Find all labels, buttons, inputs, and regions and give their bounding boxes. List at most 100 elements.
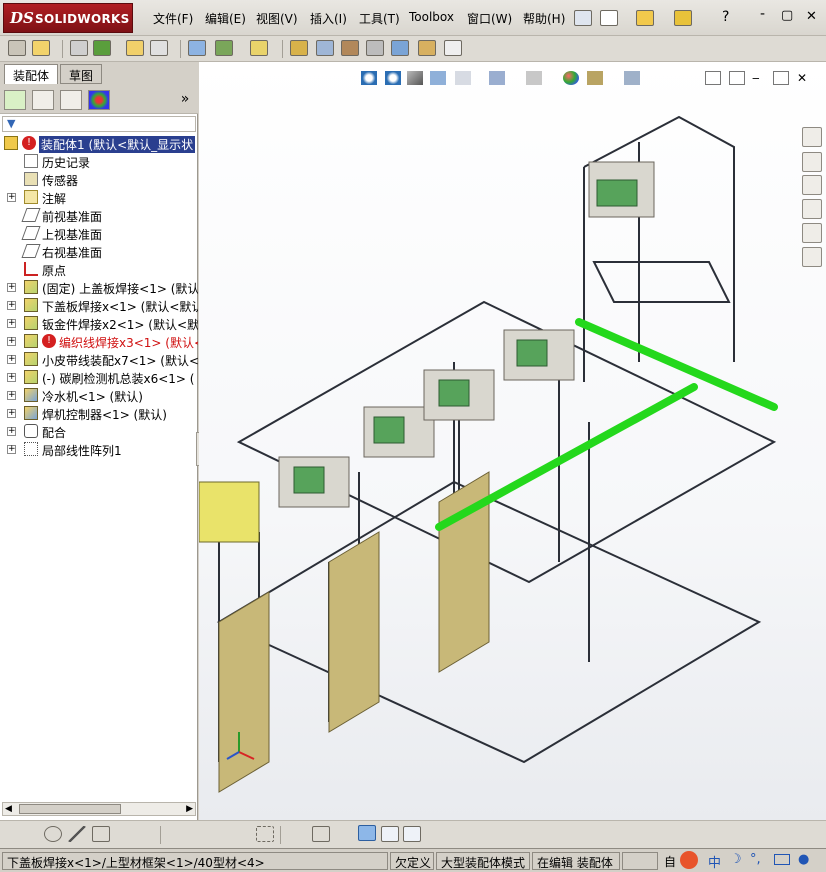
menu-toolbox[interactable]: Toolbox — [409, 10, 454, 24]
new-part-icon[interactable] — [8, 40, 26, 56]
status-auto: 自 — [660, 852, 682, 870]
smart-dimension-icon[interactable] — [288, 826, 306, 842]
pin-icon[interactable] — [574, 10, 592, 26]
bill-of-materials-icon[interactable] — [316, 40, 334, 56]
mate-tool-icon[interactable] — [70, 40, 88, 56]
scroll-left-icon[interactable]: ◀ — [5, 804, 12, 814]
menu-edit[interactable]: 编辑(E) — [205, 10, 246, 27]
tree-item[interactable]: + (-) 碳刷检测机总装x6<1> ( — [0, 368, 198, 386]
grid-icon[interactable] — [312, 826, 330, 842]
ime-punctuation-icon[interactable]: °, — [750, 852, 761, 867]
line-icon[interactable] — [68, 826, 86, 842]
panel-expand-button[interactable]: » — [174, 90, 196, 110]
tree-item[interactable]: + (固定) 上盖板焊接<1> (默认< — [0, 278, 198, 296]
circle-icon[interactable] — [44, 826, 62, 842]
center-rectangle-icon[interactable] — [256, 826, 274, 842]
tree-filter[interactable]: ▼ — [2, 116, 196, 132]
clearance-verification-icon[interactable] — [418, 40, 436, 56]
new-document-icon[interactable] — [600, 10, 618, 26]
menu-tools[interactable]: 工具(T) — [359, 10, 400, 27]
horizontal-scrollbar[interactable]: ◀ ▶ — [2, 802, 196, 816]
large-assembly-mode-icon[interactable] — [444, 40, 462, 56]
property-manager-icon[interactable] — [32, 90, 54, 110]
offset-entities-icon[interactable] — [190, 826, 208, 842]
expand-toggle-icon[interactable]: + — [7, 283, 16, 292]
tree-item[interactable]: 原点 — [0, 260, 198, 278]
expand-toggle-icon[interactable]: + — [7, 301, 16, 310]
corner-rectangle-icon[interactable] — [234, 826, 252, 842]
tree-item[interactable]: + 注解 — [0, 188, 198, 206]
ime-keyboard-icon[interactable] — [774, 854, 790, 865]
ime-half-width-icon[interactable]: ☽ — [730, 852, 742, 867]
warning-icon[interactable] — [674, 10, 692, 26]
tree-item[interactable]: + 焊机控制器<1> (默认) — [0, 404, 198, 422]
close-button[interactable]: ✕ — [806, 9, 817, 24]
help-button[interactable]: ? — [722, 9, 729, 25]
expand-toggle-icon[interactable]: + — [7, 337, 16, 346]
tree-item[interactable]: + 局部线性阵列1 — [0, 440, 198, 458]
toolbar-separator — [62, 40, 63, 58]
add-relation-icon[interactable] — [336, 826, 354, 842]
ime-user-icon[interactable]: ● — [798, 852, 809, 867]
minimize-button[interactable]: - — [760, 6, 765, 22]
sketch-picture-icon[interactable] — [403, 826, 421, 842]
sogou-ime-icon[interactable] — [680, 851, 698, 869]
scrollbar-thumb[interactable] — [19, 804, 121, 814]
polygon-icon[interactable] — [92, 826, 110, 842]
expand-toggle-icon[interactable]: + — [7, 391, 16, 400]
reference-geometry-icon[interactable] — [250, 40, 268, 56]
tree-item[interactable]: 右视基准面 — [0, 242, 198, 260]
tree-item[interactable]: 历史记录 — [0, 152, 198, 170]
menu-file[interactable]: 文件(F) — [153, 10, 193, 27]
menu-help[interactable]: 帮助(H) — [523, 10, 565, 27]
scroll-right-icon[interactable]: ▶ — [186, 804, 193, 814]
expand-toggle-icon[interactable]: + — [7, 319, 16, 328]
new-motion-study-icon[interactable] — [290, 40, 308, 56]
smart-fasteners-icon[interactable] — [126, 40, 144, 56]
tab-assembly[interactable]: 装配体 — [4, 64, 59, 84]
tab-sketch[interactable]: 草图 — [60, 64, 103, 84]
tree-item[interactable]: 传感器 — [0, 170, 198, 188]
point-icon[interactable] — [24, 826, 42, 842]
expand-toggle-icon[interactable]: + — [7, 373, 16, 382]
quick-snaps-icon[interactable] — [381, 826, 399, 842]
trim-icon[interactable] — [116, 826, 134, 842]
expand-toggle-icon[interactable]: + — [7, 355, 16, 364]
tree-item[interactable]: + 冷水机<1> (默认) — [0, 386, 198, 404]
tree-item[interactable]: + 配合 — [0, 422, 198, 440]
menu-insert[interactable]: 插入(I) — [310, 10, 347, 27]
tree-item[interactable]: + 小皮带线装配x7<1> (默认< — [0, 350, 198, 368]
shaded-sketch-icon[interactable] — [358, 825, 376, 841]
interference-detection-icon[interactable] — [391, 40, 409, 56]
show-hidden-icon[interactable] — [188, 40, 206, 56]
tree-item[interactable]: 前视基准面 — [0, 206, 198, 224]
tree-item[interactable]: + 钣金件焊接x2<1> (默认<默认 — [0, 314, 198, 332]
tree-item[interactable]: +! 编织线焊接x3<1> (默认<9 — [0, 332, 198, 350]
graphics-area[interactable]: ‒ ✕ — [199, 62, 826, 820]
sketch-fillet-icon[interactable] — [168, 826, 186, 842]
expand-toggle-icon[interactable]: + — [7, 427, 16, 436]
configuration-manager-icon[interactable] — [60, 90, 82, 110]
linear-pattern-icon[interactable] — [93, 40, 111, 56]
feature-manager-icon[interactable] — [4, 90, 26, 110]
insert-component-icon[interactable] — [32, 40, 50, 56]
convert-entities-icon[interactable] — [212, 826, 230, 842]
expand-toggle-icon[interactable]: + — [7, 409, 16, 418]
menu-window[interactable]: 窗口(W) — [467, 10, 512, 27]
tree-item[interactable]: 上视基准面 — [0, 224, 198, 242]
assembly-features-icon[interactable] — [215, 40, 233, 56]
open-folder-icon[interactable] — [636, 10, 654, 26]
expand-toggle-icon[interactable]: + — [7, 193, 16, 202]
move-component-icon[interactable] — [150, 40, 168, 56]
restore-button[interactable]: ▢ — [781, 8, 793, 23]
ime-language[interactable]: 中 — [708, 852, 721, 871]
display-manager-icon[interactable] — [88, 90, 110, 110]
angle-icon[interactable] — [140, 826, 158, 842]
solidworks-logo[interactable]: DS SOLIDWORKS — [3, 3, 133, 33]
tree-item[interactable]: + 下盖板焊接x<1> (默认<默认 — [0, 296, 198, 314]
expand-toggle-icon[interactable]: + — [7, 445, 16, 454]
tree-item[interactable]: -!装配体1 (默认<默认_显示状 — [0, 134, 198, 153]
menu-view[interactable]: 视图(V) — [256, 10, 298, 27]
explode-line-sketch-icon[interactable] — [366, 40, 384, 56]
exploded-view-icon[interactable] — [341, 40, 359, 56]
